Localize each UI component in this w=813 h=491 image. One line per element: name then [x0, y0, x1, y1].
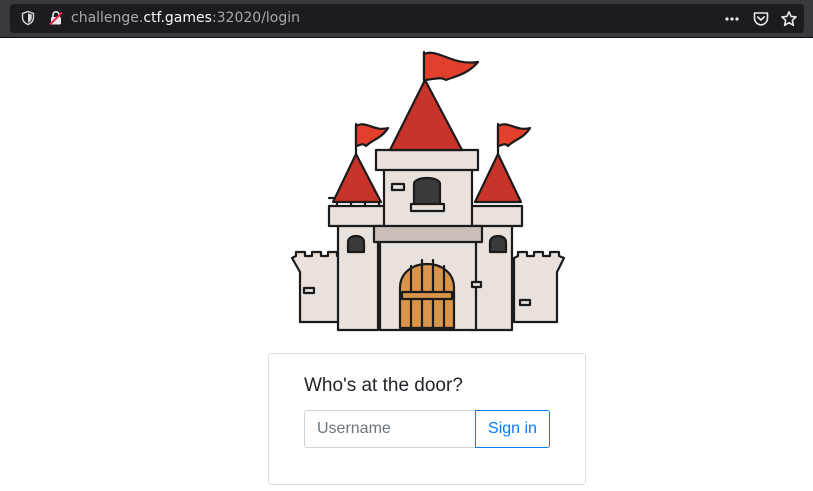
castle-illustration [290, 50, 566, 332]
url-host: ctf.games [143, 10, 212, 26]
url-bar[interactable]: challenge.ctf.games:32020/login [10, 4, 804, 33]
username-input[interactable] [304, 410, 476, 448]
url-suffix: :32020/login [211, 10, 301, 26]
shield-icon[interactable] [20, 10, 36, 26]
signin-button[interactable]: Sign in [475, 410, 550, 448]
url-prefix: challenge. [71, 10, 144, 26]
browser-toolbar: challenge.ctf.games:32020/login [0, 0, 813, 38]
login-card: Who's at the door? Sign in [268, 353, 586, 485]
login-title: Who's at the door? [304, 375, 463, 396]
lock-insecure-icon[interactable] [48, 10, 64, 26]
star-icon[interactable] [780, 10, 798, 28]
url-text[interactable]: challenge.ctf.games:32020/login [71, 9, 300, 27]
more-icon[interactable] [723, 10, 741, 28]
pocket-icon[interactable] [752, 10, 770, 28]
